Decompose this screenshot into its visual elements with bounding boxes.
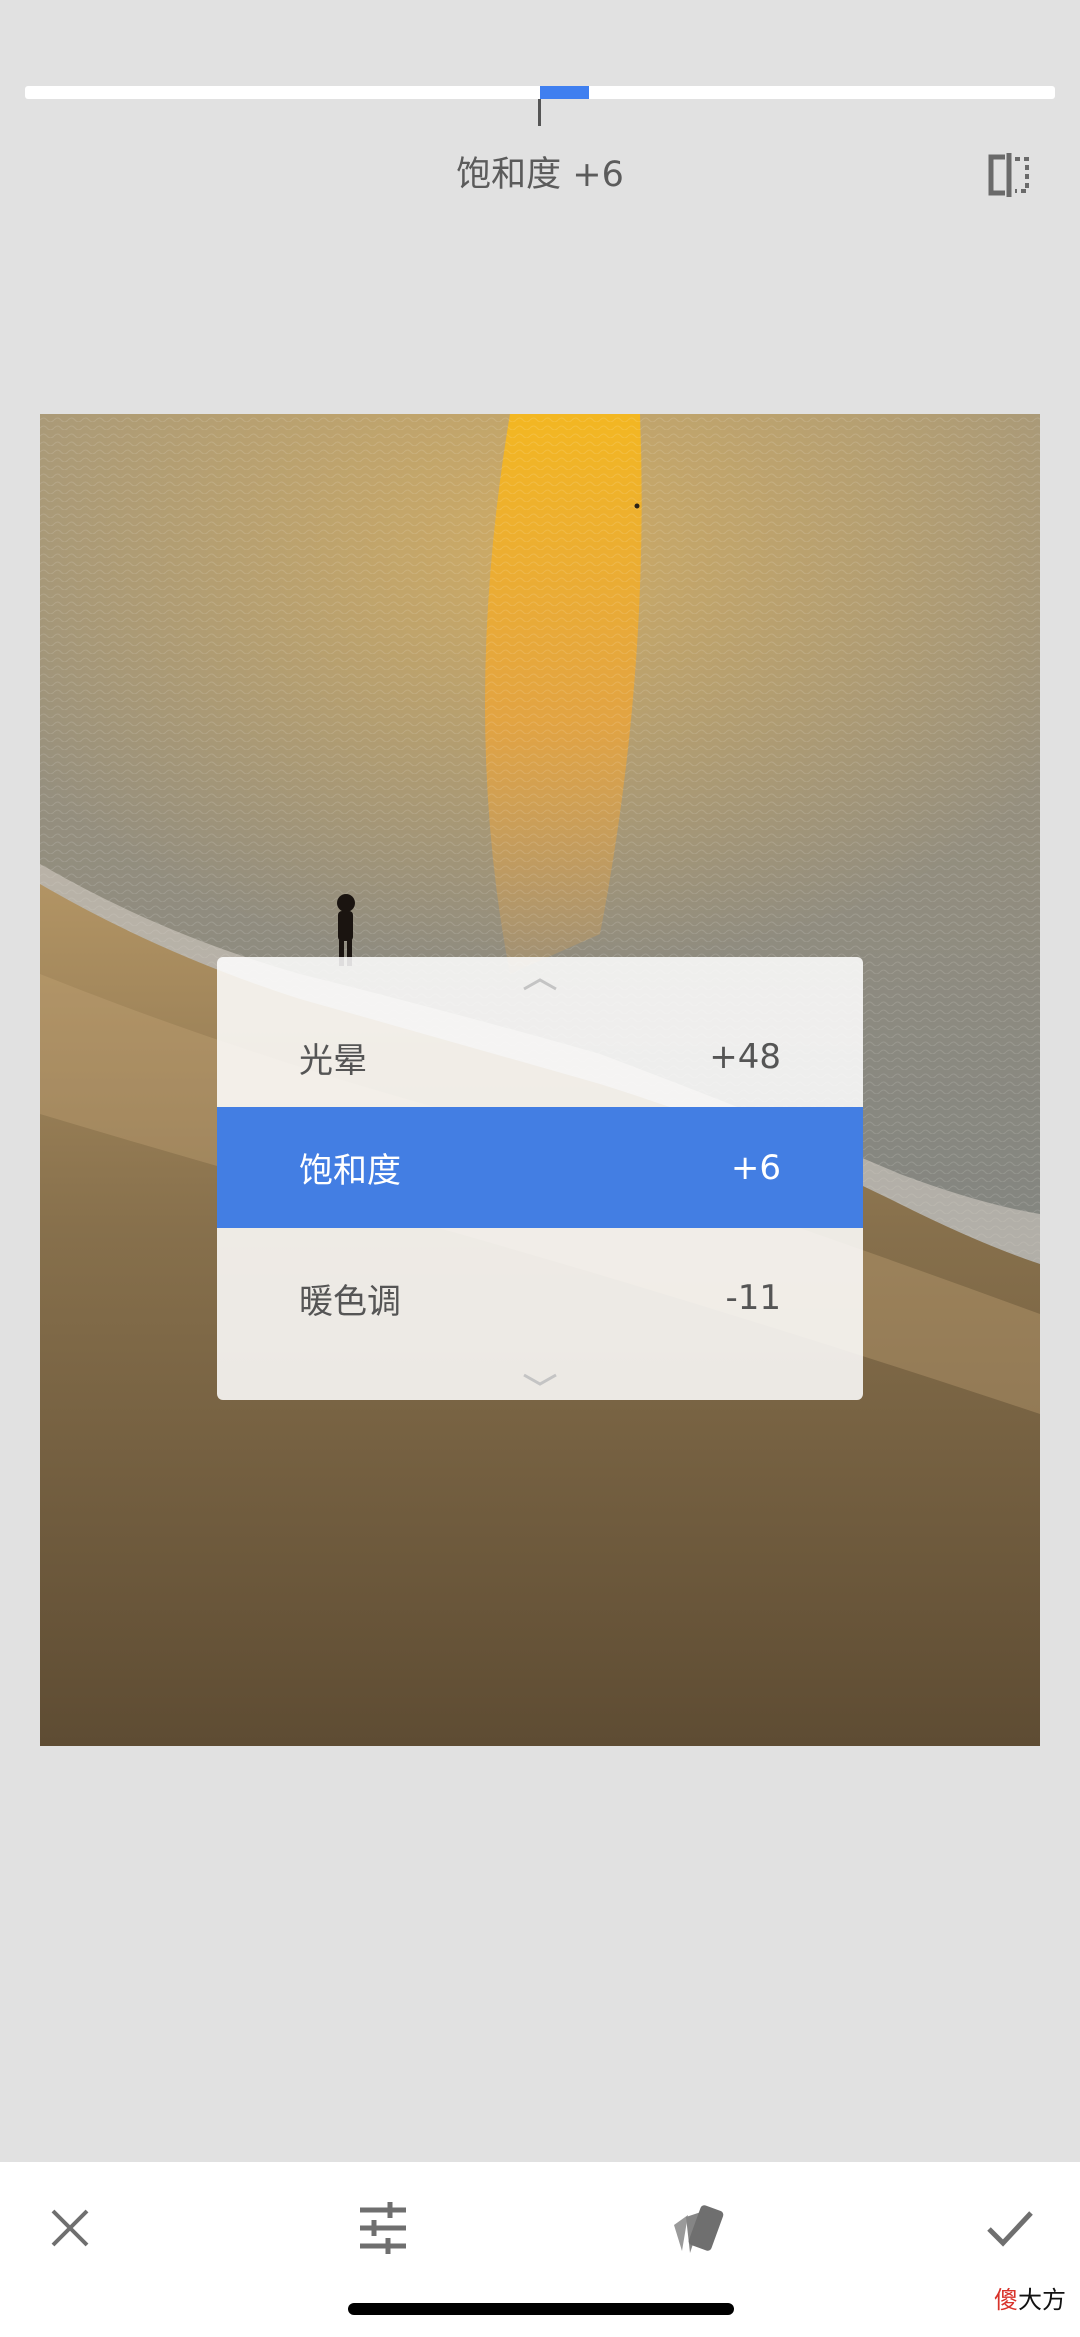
adjustment-value-label: 饱和度 +6 — [456, 155, 624, 195]
home-indicator[interactable] — [348, 2303, 734, 2315]
watermark-text: 大方 — [1018, 2286, 1066, 2314]
menu-item-halo[interactable]: 光晕 +48 — [217, 1007, 863, 1107]
close-icon[interactable] — [35, 2193, 105, 2263]
menu-item-value: +48 — [709, 1037, 781, 1077]
menu-item-value: -11 — [725, 1278, 781, 1318]
adjustment-menu: 光晕 +48 饱和度 +6 暖色调 -11 — [217, 957, 863, 1400]
slider-value-fill[interactable] — [540, 86, 590, 99]
menu-item-saturation[interactable]: 饱和度 +6 — [217, 1107, 863, 1228]
menu-item-label: 饱和度 — [299, 1151, 401, 1191]
sliders-icon[interactable] — [348, 2193, 418, 2263]
menu-item-warmth[interactable]: 暖色调 -11 — [217, 1228, 863, 1368]
watermark-red-char: 傻 — [994, 2286, 1018, 2314]
watermark: 傻大方 — [994, 2280, 1066, 2315]
menu-item-label: 暖色调 — [299, 1281, 401, 1322]
menu-item-label: 光晕 — [299, 1040, 367, 1081]
checkmark-icon[interactable] — [975, 2193, 1045, 2263]
chevron-up-icon[interactable] — [217, 969, 863, 999]
chevron-down-icon[interactable] — [217, 1365, 863, 1395]
menu-item-value: +6 — [730, 1147, 781, 1188]
compare-icon[interactable] — [985, 151, 1033, 199]
styles-icon[interactable] — [660, 2193, 730, 2263]
slider-center-tick — [538, 99, 541, 126]
